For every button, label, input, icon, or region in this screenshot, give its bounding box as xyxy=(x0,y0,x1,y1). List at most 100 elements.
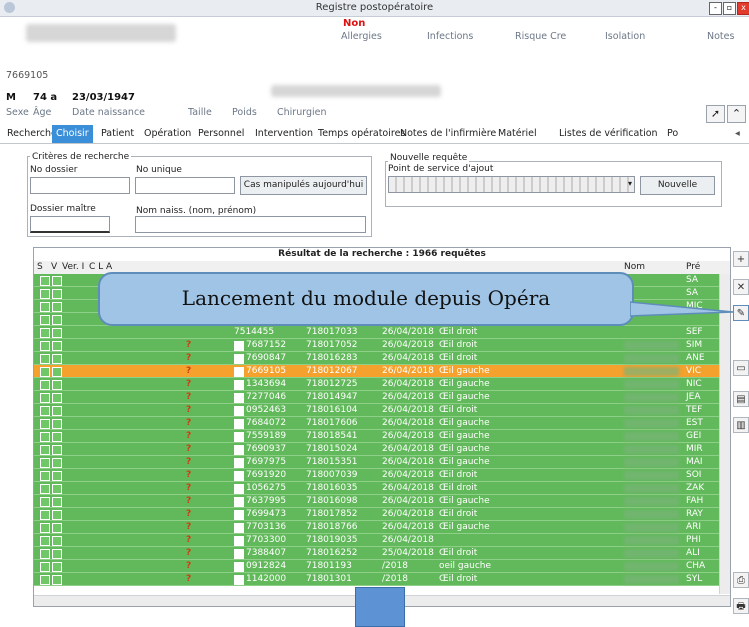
row-checkbox[interactable] xyxy=(234,419,244,429)
validated-checkbox[interactable] xyxy=(52,302,62,312)
pin-icon[interactable]: ➚ xyxy=(706,105,725,123)
table-row[interactable]: ? 7697975 718015351 26/04/2018 Œil gauche MAI xyxy=(34,456,720,469)
col-cla[interactable]: C L A xyxy=(89,262,112,272)
status-checkbox[interactable] xyxy=(40,510,50,520)
grid-vertical-scrollbar[interactable] xyxy=(719,274,730,594)
table-row[interactable]: ? 0912824 71801193/2018 oeil gauche CHA xyxy=(34,560,720,573)
tab-operation[interactable]: Opération xyxy=(144,128,191,139)
minimize-button[interactable]: - xyxy=(709,2,722,15)
col-nom[interactable]: Nom xyxy=(624,262,645,272)
table-row[interactable]: ? 7684072 718017606 26/04/2018 Œil gauche EST xyxy=(34,417,720,430)
status-checkbox[interactable] xyxy=(40,575,50,585)
header-tab-notes[interactable]: Notes xyxy=(707,31,734,42)
status-checkbox[interactable] xyxy=(40,315,50,325)
row-checkbox[interactable] xyxy=(234,406,244,416)
validated-checkbox[interactable] xyxy=(52,471,62,481)
header-tab-allergies[interactable]: Allergies xyxy=(341,31,382,42)
status-checkbox[interactable] xyxy=(40,549,50,559)
document-icon[interactable]: ▤ xyxy=(733,391,749,407)
status-checkbox[interactable] xyxy=(40,536,50,546)
status-checkbox[interactable] xyxy=(40,289,50,299)
row-checkbox[interactable] xyxy=(234,549,244,559)
table-row[interactable]: SEF 7514455 718017033 26/04/2018 Œil droit xyxy=(34,326,720,339)
table-row[interactable]: ? 7699473 718017852 26/04/2018 Œil droit RAY xyxy=(34,508,720,521)
table-row[interactable]: ? 1142000 71801301/2018 Œil droit SYL xyxy=(34,573,720,586)
header-tab-isolation[interactable]: Isolation xyxy=(605,31,645,42)
col-v[interactable]: V xyxy=(51,262,57,272)
validated-checkbox[interactable] xyxy=(52,536,62,546)
row-checkbox[interactable] xyxy=(234,354,244,364)
export-icon[interactable]: ⎙ xyxy=(733,572,749,588)
header-tab-risque[interactable]: Risque Cre xyxy=(515,31,566,42)
report-icon[interactable]: ▥ xyxy=(733,417,749,433)
table-row[interactable]: ? 7637995 718016098 26/04/2018 Œil gauche FAH xyxy=(34,495,720,508)
status-checkbox[interactable] xyxy=(40,328,50,338)
validated-checkbox[interactable] xyxy=(52,406,62,416)
tab-recherche[interactable]: Recherche xyxy=(7,128,57,139)
validated-checkbox[interactable] xyxy=(52,276,62,286)
table-row[interactable]: ? 0952463 718016104 26/04/2018 Œil droit TEF xyxy=(34,404,720,417)
status-checkbox[interactable] xyxy=(40,354,50,364)
tab-temps-operatoires[interactable]: Temps opératoires xyxy=(318,128,405,139)
row-checkbox[interactable] xyxy=(234,497,244,507)
validated-checkbox[interactable] xyxy=(52,393,62,403)
tab-materiel[interactable]: Matériel xyxy=(498,128,537,139)
row-checkbox[interactable] xyxy=(234,575,244,585)
validated-checkbox[interactable] xyxy=(52,445,62,455)
tab-scroll-left-icon[interactable]: ◂ xyxy=(735,128,740,139)
row-checkbox[interactable] xyxy=(234,393,244,403)
col-s[interactable]: S xyxy=(37,262,43,272)
validated-checkbox[interactable] xyxy=(52,289,62,299)
status-checkbox[interactable] xyxy=(40,419,50,429)
no-dossier-input[interactable] xyxy=(30,177,130,194)
status-checkbox[interactable] xyxy=(40,523,50,533)
validated-checkbox[interactable] xyxy=(52,510,62,520)
validated-checkbox[interactable] xyxy=(52,484,62,494)
header-tab-infections[interactable]: Infections xyxy=(427,31,473,42)
table-row[interactable]: ? 7559189 718018541 26/04/2018 Œil gauche GEI xyxy=(34,430,720,443)
validated-checkbox[interactable] xyxy=(52,354,62,364)
row-checkbox[interactable] xyxy=(234,367,244,377)
tab-choisir[interactable]: Choisir xyxy=(52,125,93,143)
row-checkbox[interactable] xyxy=(234,484,244,494)
tab-intervention[interactable]: Intervention xyxy=(255,128,313,139)
add-icon[interactable]: + xyxy=(733,251,749,267)
row-checkbox[interactable] xyxy=(234,536,244,546)
validated-checkbox[interactable] xyxy=(52,458,62,468)
delete-icon[interactable]: ✕ xyxy=(733,279,749,295)
table-row[interactable]: ? 7690937 718015024 26/04/2018 Œil gauche MIR xyxy=(34,443,720,456)
point-service-select[interactable]: ▾ xyxy=(388,176,635,193)
row-checkbox[interactable] xyxy=(234,471,244,481)
row-checkbox[interactable] xyxy=(234,523,244,533)
col-ver[interactable]: Ver. I xyxy=(62,262,84,272)
status-checkbox[interactable] xyxy=(40,497,50,507)
nouvelle-button[interactable]: Nouvelle xyxy=(640,176,715,195)
tab-notes-infirmiere[interactable]: Notes de l'infirmière xyxy=(400,128,496,139)
collapse-icon[interactable]: ⌃ xyxy=(727,105,746,123)
validated-checkbox[interactable] xyxy=(52,380,62,390)
table-row[interactable]: ? 7388407 718016252 25/04/2018 Œil droit ALI xyxy=(34,547,720,560)
row-checkbox[interactable] xyxy=(234,432,244,442)
row-checkbox[interactable] xyxy=(234,445,244,455)
table-row[interactable]: ? 7690847 718016283 26/04/2018 Œil droit ANE xyxy=(34,352,720,365)
col-pre[interactable]: Pré xyxy=(686,262,700,272)
row-checkbox[interactable] xyxy=(234,341,244,351)
status-checkbox[interactable] xyxy=(40,445,50,455)
status-checkbox[interactable] xyxy=(40,562,50,572)
table-row[interactable]: ? 7703300 718019035 26/04/2018 PHI xyxy=(34,534,720,547)
validated-checkbox[interactable] xyxy=(52,367,62,377)
tab-personnel[interactable]: Personnel xyxy=(198,128,244,139)
maximize-button[interactable]: ▫ xyxy=(723,2,736,15)
status-checkbox[interactable] xyxy=(40,367,50,377)
row-checkbox[interactable] xyxy=(234,510,244,520)
table-row[interactable]: ? 7691920 718007039 26/04/2018 Œil droit SOI xyxy=(34,469,720,482)
close-button[interactable]: x xyxy=(737,2,749,15)
status-checkbox[interactable] xyxy=(40,406,50,416)
dossier-maitre-input[interactable] xyxy=(30,216,110,233)
print-icon[interactable]: 🖶 xyxy=(733,598,749,614)
validated-checkbox[interactable] xyxy=(52,315,62,325)
no-unique-input[interactable] xyxy=(135,177,235,194)
validated-checkbox[interactable] xyxy=(52,523,62,533)
table-row[interactable]: ? 7669105 718012067 26/04/2018 Œil gauche VIC xyxy=(34,365,720,378)
table-row[interactable]: ? 7687152 718017052 26/04/2018 Œil droit SIM xyxy=(34,339,720,352)
